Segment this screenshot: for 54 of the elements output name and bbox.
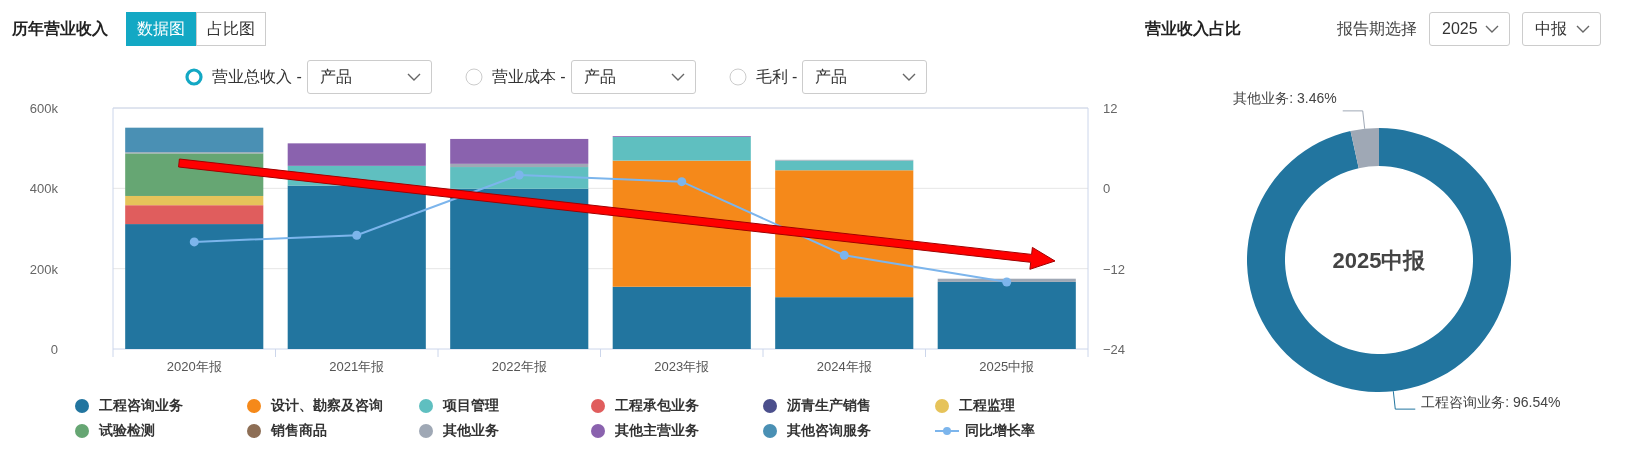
legend-label: 设计、勘察及咨询 (271, 396, 383, 415)
legend-label: 沥青生产销售 (787, 396, 871, 415)
axis-label: 2025中报 (979, 359, 1035, 374)
axis-label: 400k (29, 181, 58, 197)
legend-label: 其他咨询服务 (787, 421, 871, 440)
leader-line (1392, 390, 1416, 410)
legend-label: 工程监理 (959, 396, 1015, 415)
legend-label: 其他业务 (443, 421, 499, 440)
axis-label: 2022年报 (491, 359, 547, 374)
legend-label: 销售商品 (271, 421, 327, 440)
axis-label: −12 (1103, 261, 1126, 277)
slice-label: 其他业务: 3.46% (1233, 89, 1337, 106)
dropdown[interactable]: 产品 (570, 60, 696, 94)
chevron-down-icon (406, 73, 421, 81)
chevron-down-icon (1485, 25, 1499, 33)
leader-line (1342, 110, 1366, 130)
axis-label: 0 (1103, 181, 1111, 197)
legend-label: 工程承包业务 (615, 396, 699, 415)
radio-option[interactable]: 营业总收入 - (185, 66, 302, 88)
period-label: 报告期选择 (1337, 18, 1417, 39)
legend-label: 试验检测 (99, 421, 155, 440)
data-point (352, 230, 362, 240)
data-point (514, 170, 524, 180)
dropdown[interactable]: 产品 (802, 60, 928, 94)
legend-label: 同比增长率 (965, 421, 1035, 440)
chevron-down-icon (1576, 25, 1590, 33)
data-point (189, 237, 199, 247)
legend-label: 其他主营业务 (615, 421, 699, 440)
dropdown[interactable]: 2025 (1429, 12, 1510, 46)
radio-option[interactable]: 营业成本 - (464, 66, 566, 88)
axis-label: 600k (29, 101, 58, 116)
axis-label: 2023年报 (654, 359, 710, 374)
chevron-down-icon (670, 73, 685, 81)
legend-label: 项目管理 (443, 396, 499, 415)
slice-label: 工程咨询业务: 96.54% (1421, 394, 1561, 411)
dropdown[interactable]: 产品 (306, 60, 432, 94)
axis-label: −24 (1103, 342, 1126, 357)
section-title: 营业收入占比 (1145, 18, 1242, 39)
chevron-down-icon (902, 73, 917, 81)
view-tab[interactable]: 占比图 (196, 12, 266, 46)
data-point (677, 177, 687, 187)
axis-label: 2020年报 (166, 359, 222, 374)
legend-label: 工程咨询业务 (99, 396, 183, 415)
axis-label: 0 (50, 342, 58, 357)
dropdown[interactable]: 中报 (1522, 12, 1601, 46)
axis-label: 200k (29, 261, 58, 277)
axis-label: 2021年报 (329, 359, 385, 374)
axis-label: 12 (1103, 101, 1118, 116)
axis-label: 2024年报 (816, 359, 872, 374)
radio-option[interactable]: 毛利 - (728, 66, 798, 88)
chart-center-title: 2025中报 (1332, 248, 1426, 273)
section-title: 历年营业收入 (12, 18, 108, 39)
data-point (1002, 277, 1012, 287)
data-point (839, 250, 849, 260)
